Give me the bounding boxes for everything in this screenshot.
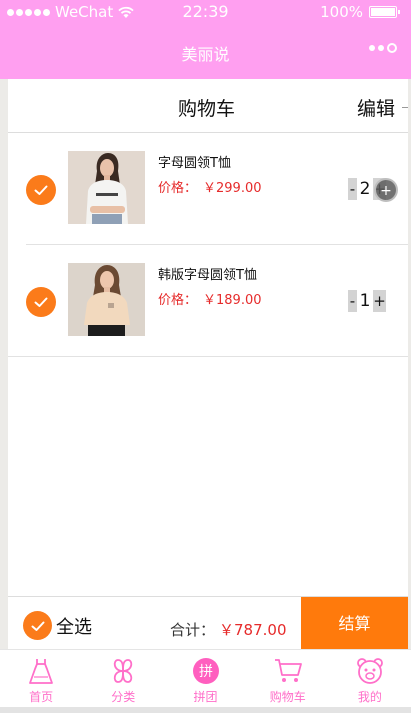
item-checkbox[interactable] <box>26 287 56 317</box>
cart-item: 韩版字母圆领T恤 价格： ￥189.00 - 1 + <box>8 245 408 357</box>
increase-button[interactable]: + <box>373 290 386 312</box>
quantity-value: 2 <box>359 179 371 199</box>
total-price: 合计： ￥787.00 <box>170 619 287 640</box>
tab-label: 分类 <box>111 690 136 704</box>
page-margin-left <box>0 79 8 649</box>
price-label: 价格： <box>158 181 198 196</box>
quantity-value: 1 <box>359 291 371 311</box>
more-menu-icon[interactable] <box>369 43 397 53</box>
tab-label: 首页 <box>29 690 54 704</box>
product-image[interactable] <box>68 151 145 224</box>
tab-label: 拼团 <box>193 690 218 704</box>
product-price: 价格： ￥299.00 <box>158 177 262 196</box>
group-buy-icon: 拼 <box>192 658 219 684</box>
bear-icon <box>357 658 383 684</box>
checkout-button[interactable]: 结算 <box>301 597 408 650</box>
app-title: 美丽说 <box>181 45 230 64</box>
divider <box>402 107 408 108</box>
cart-icon <box>274 659 302 682</box>
checkmark-icon <box>34 297 48 307</box>
price-label: 价格： <box>158 293 198 308</box>
page-title: 购物车 <box>178 98 236 120</box>
battery-info: 100% <box>320 3 400 21</box>
tab-category[interactable]: 分类 <box>82 650 164 707</box>
nav-bar: 美丽说 <box>0 25 411 79</box>
select-all-label: 全选 <box>56 616 92 638</box>
battery-icon <box>369 6 400 18</box>
decrease-button[interactable]: - <box>348 290 357 312</box>
divider <box>8 356 408 357</box>
total-amount: ￥787.00 <box>219 621 287 639</box>
clover-icon <box>114 659 133 683</box>
product-image[interactable] <box>68 263 145 336</box>
tab-group-buy[interactable]: 拼 拼团 <box>164 650 246 707</box>
battery-percent: 100% <box>320 3 363 21</box>
cart-header: 购物车 编辑 <box>8 79 408 133</box>
tab-home[interactable]: 首页 <box>0 650 82 707</box>
cart-page: 购物车 编辑 字母圆领T恤 价格： ￥299.00 - 2 + 韩版字母圆领T恤… <box>8 79 408 649</box>
product-name[interactable]: 韩版字母圆领T恤 <box>158 264 257 283</box>
select-all-toggle[interactable]: 全选 <box>23 611 92 640</box>
tab-profile[interactable]: 我的 <box>329 650 411 707</box>
bottom-strip <box>0 707 411 713</box>
tab-cart[interactable]: 购物车 <box>247 650 329 707</box>
quantity-stepper: - 1 + <box>348 290 386 312</box>
product-photo-woman-beige-tee <box>68 263 145 336</box>
select-all-checkbox[interactable] <box>23 611 52 640</box>
decrease-button[interactable]: - <box>348 178 357 200</box>
product-photo-woman-white-tee <box>68 151 145 224</box>
tab-bar: 首页 分类 拼 拼团 购物车 我的 <box>0 649 411 707</box>
cart-item: 字母圆领T恤 价格：￥299.00 - 2 + + <box>8 133 408 245</box>
checkmark-icon <box>31 621 44 631</box>
item-checkbox[interactable] <box>26 175 56 205</box>
status-bar: WeChat 22:39 100% <box>0 0 411 25</box>
edit-button[interactable]: 编辑 <box>357 94 395 121</box>
tab-label: 我的 <box>357 690 382 704</box>
price-value: ￥299.00 <box>203 181 262 196</box>
touch-indicator-icon: + <box>374 178 398 202</box>
group-buy-glyph: 拼 <box>199 664 213 680</box>
price-value: ￥189.00 <box>203 293 262 308</box>
tab-label: 购物车 <box>269 690 306 704</box>
product-price: 价格： ￥189.00 <box>158 289 262 308</box>
checkout-bar: 全选 合计： ￥787.00 结算 <box>8 596 408 650</box>
checkmark-icon <box>34 185 48 195</box>
total-label: 合计： <box>170 621 216 639</box>
product-name[interactable]: 字母圆领T恤 <box>158 152 231 171</box>
dress-icon <box>29 659 53 684</box>
